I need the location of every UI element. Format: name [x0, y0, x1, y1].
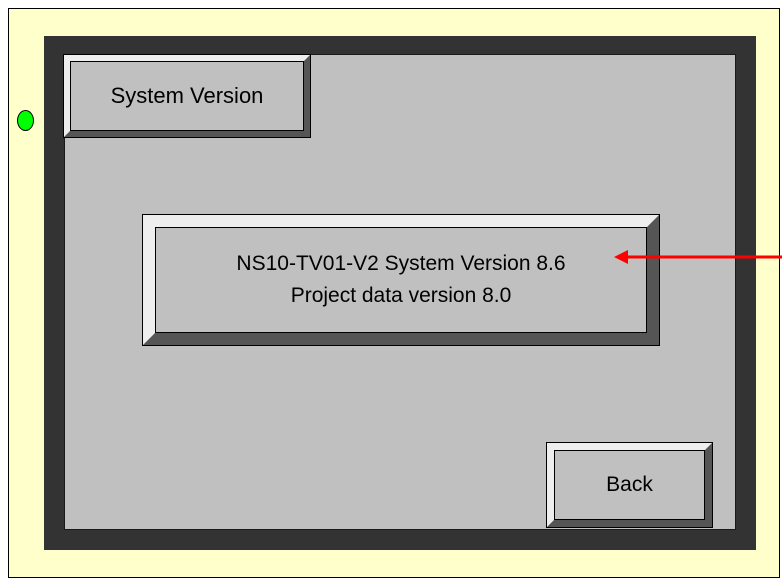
project-data-version-text: Project data version 8.0	[290, 284, 512, 307]
version-info-box: NS10-TV01-V2 System Version 8.6 Project …	[142, 214, 660, 346]
title-face: System Version	[70, 61, 304, 131]
version-face: NS10-TV01-V2 System Version 8.6 Project …	[155, 227, 647, 333]
back-button-label: Back	[606, 473, 653, 496]
back-button-face[interactable]: Back	[554, 450, 705, 520]
system-version-title-box: System Version	[63, 54, 311, 138]
system-version-text: NS10-TV01-V2 System Version 8.6	[236, 252, 566, 275]
back-button[interactable]: Back	[546, 442, 713, 528]
page-title: System Version	[110, 83, 264, 108]
green-led-icon	[17, 110, 34, 131]
